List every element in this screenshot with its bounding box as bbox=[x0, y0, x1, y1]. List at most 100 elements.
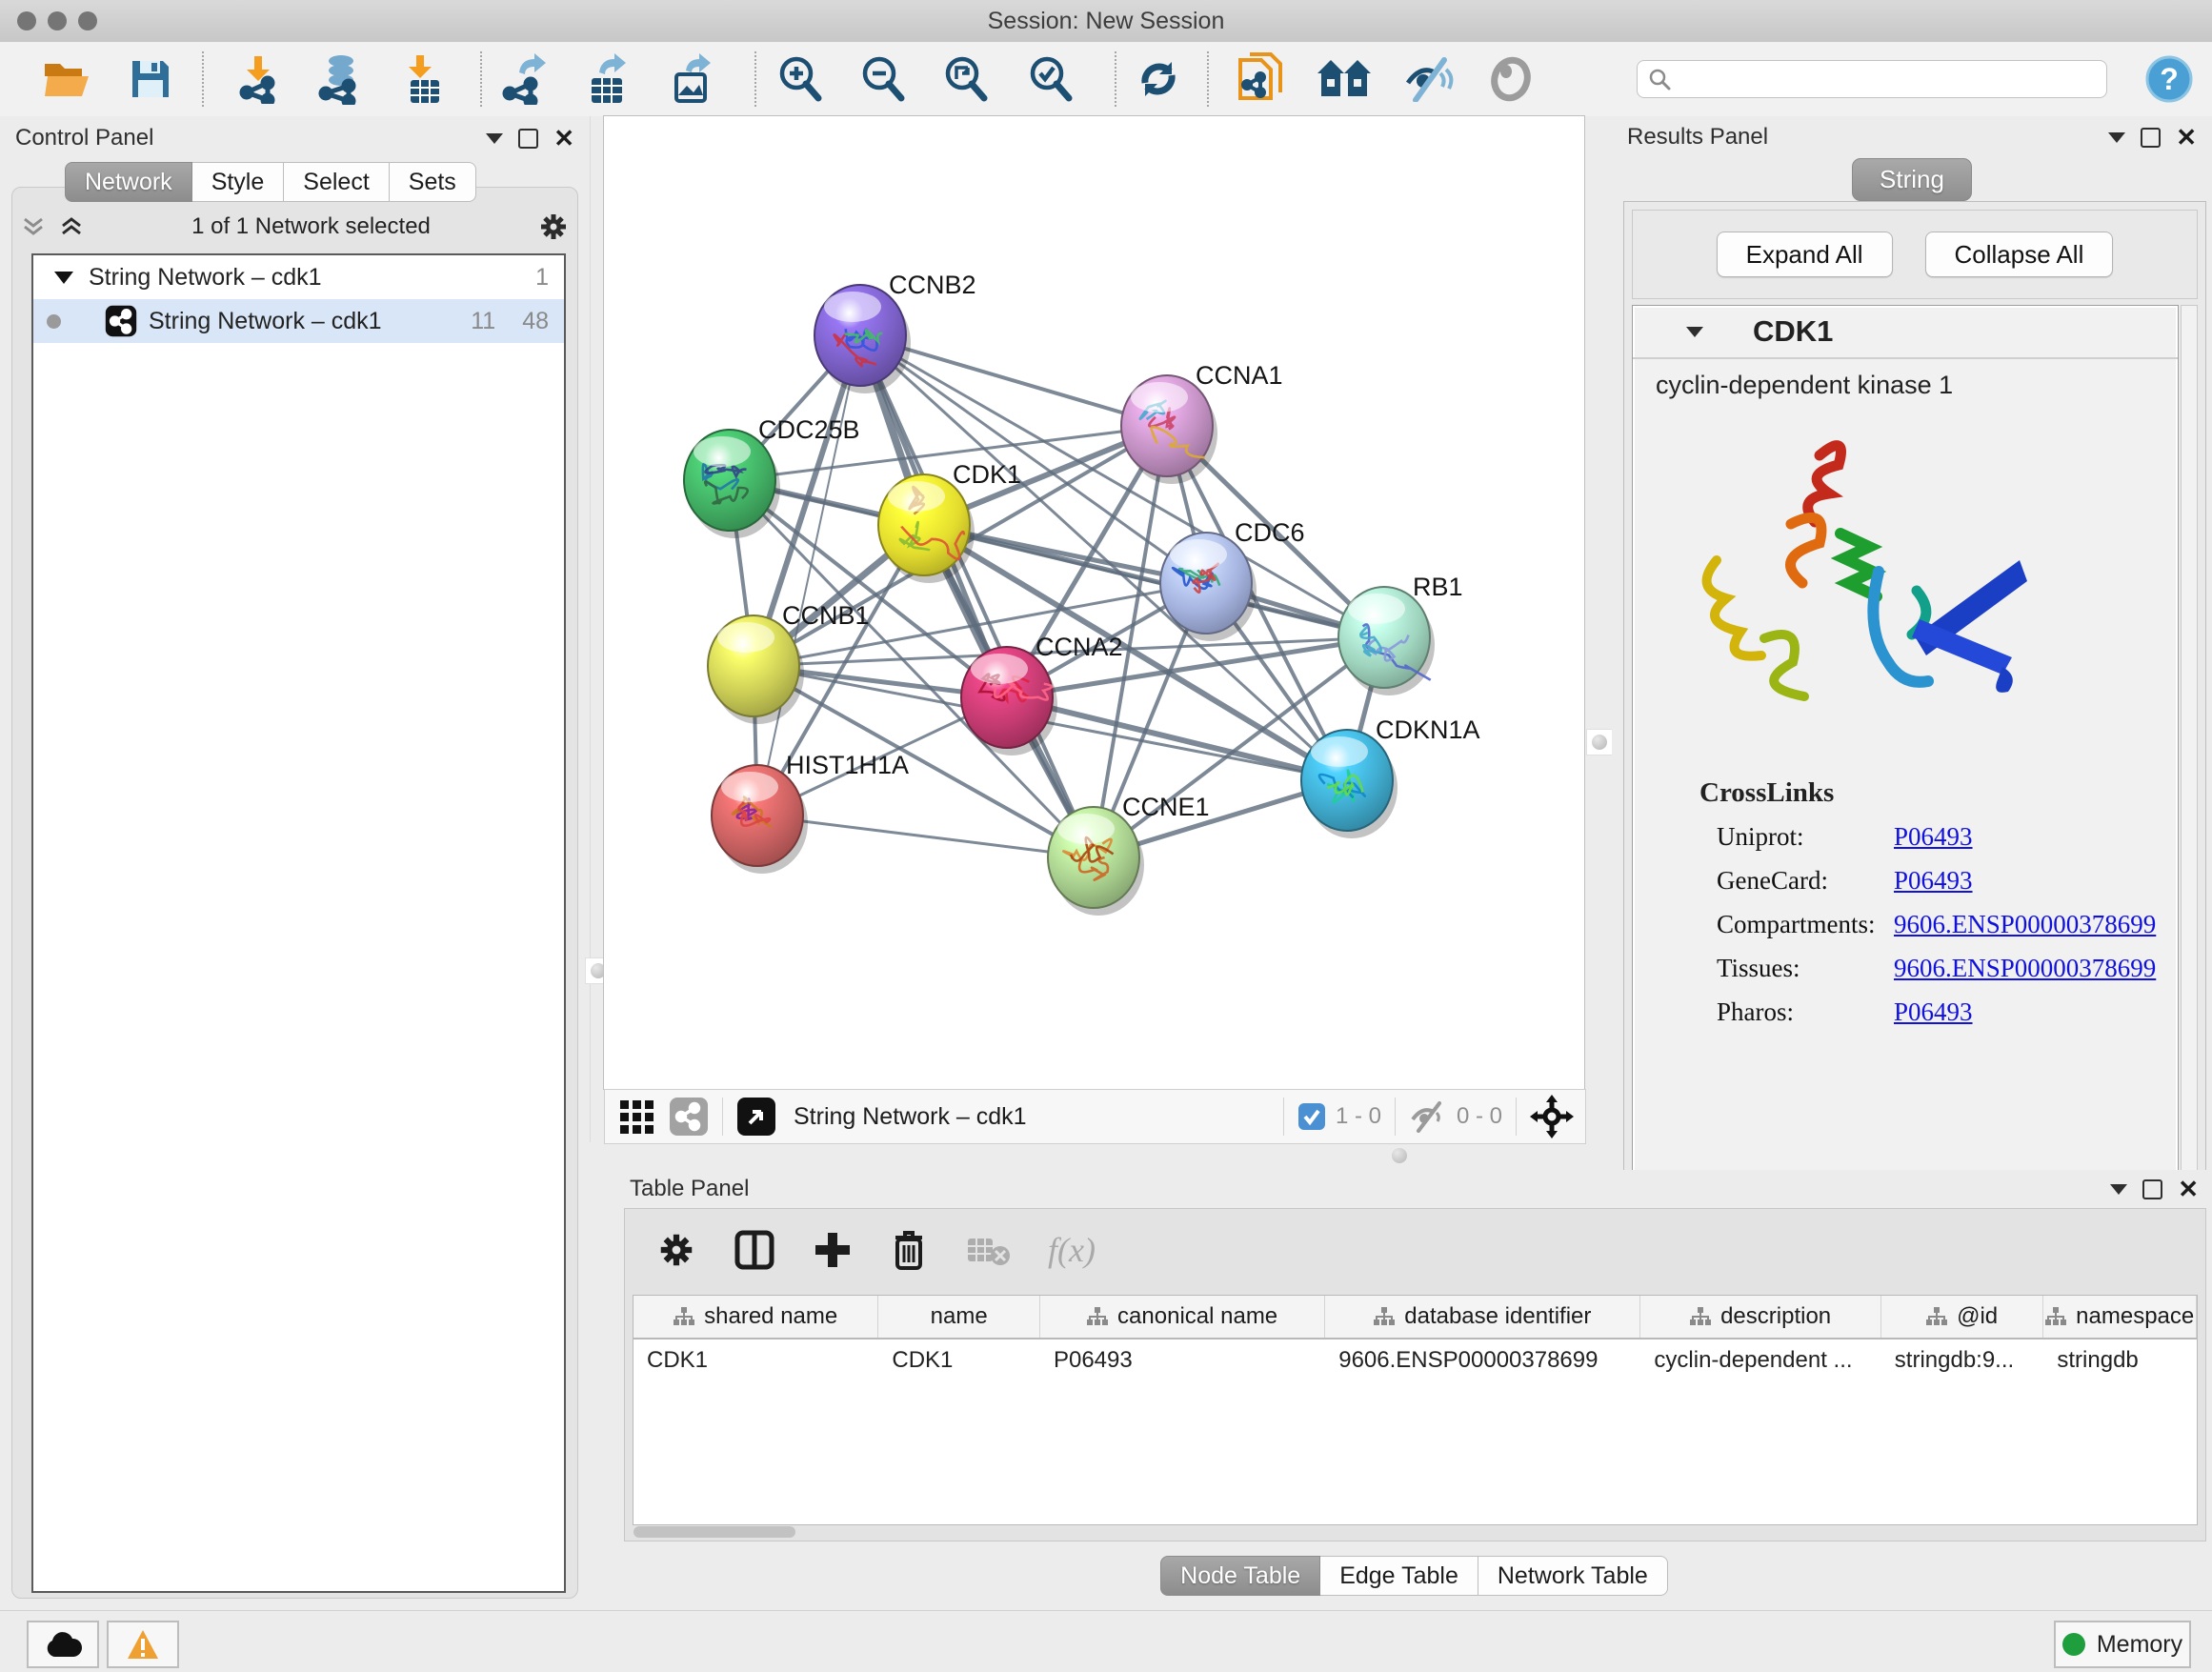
export-network-icon[interactable] bbox=[502, 53, 548, 105]
expand-all-icon[interactable] bbox=[59, 215, 84, 238]
tab-edge-table[interactable]: Edge Table bbox=[1320, 1556, 1478, 1596]
expand-collection-icon[interactable] bbox=[54, 272, 73, 284]
export-image-icon[interactable] bbox=[669, 53, 714, 105]
network-edge-count: 48 bbox=[522, 308, 549, 335]
network-row[interactable]: String Network – cdk1 11 48 bbox=[33, 299, 564, 343]
network-label: String Network – cdk1 bbox=[149, 308, 382, 335]
table-cell[interactable]: stringdb:9... bbox=[1881, 1340, 2044, 1381]
search-field[interactable] bbox=[1637, 60, 2107, 98]
zoom-in-icon[interactable] bbox=[776, 54, 824, 104]
node-label: CCNE1 bbox=[1122, 793, 1210, 821]
collapse-all-icon[interactable] bbox=[21, 215, 46, 238]
network-node-cdc25b[interactable]: CDC25B bbox=[684, 415, 860, 538]
table-options-gear-icon[interactable] bbox=[657, 1231, 695, 1269]
float-panel-icon[interactable] bbox=[2110, 1184, 2127, 1195]
table-cell[interactable]: stringdb bbox=[2043, 1340, 2197, 1381]
open-session-icon[interactable] bbox=[42, 58, 91, 100]
horizontal-splitter-handle[interactable] bbox=[1392, 1148, 1407, 1163]
import-network-database-icon[interactable] bbox=[312, 53, 364, 105]
table-cell[interactable]: CDK1 bbox=[878, 1340, 1040, 1381]
network-collection-row[interactable]: String Network – cdk1 1 bbox=[33, 255, 564, 299]
export-table-icon[interactable] bbox=[584, 53, 630, 105]
float-panel-icon[interactable] bbox=[2108, 132, 2125, 143]
import-table-icon[interactable] bbox=[401, 53, 445, 105]
network-canvas[interactable]: CCNB2CCNA1CDC25BCDK1CDC6RB1CCNB1CCNA2CDK… bbox=[604, 116, 1584, 1089]
table-hscrollbar[interactable] bbox=[626, 1525, 2202, 1537]
column-header-name[interactable]: name bbox=[878, 1296, 1040, 1338]
network-options-gear-icon[interactable] bbox=[538, 212, 569, 242]
zoom-fit-icon[interactable] bbox=[942, 54, 990, 104]
show-all-icon[interactable] bbox=[1487, 56, 1535, 102]
hidden-eye-icon[interactable] bbox=[1409, 1100, 1447, 1133]
network-graph[interactable]: CCNB2CCNA1CDC25BCDK1CDC6RB1CCNB1CCNA2CDK… bbox=[604, 116, 1584, 1089]
close-panel-icon[interactable]: ✕ bbox=[2178, 1177, 2199, 1201]
save-session-icon[interactable] bbox=[129, 57, 172, 101]
show-columns-icon[interactable] bbox=[734, 1229, 775, 1271]
results-vscrollbar[interactable] bbox=[2181, 305, 2198, 1243]
collapse-all-button[interactable]: Collapse All bbox=[1925, 232, 2114, 277]
column-header-database-identifier[interactable]: database identifier bbox=[1325, 1296, 1640, 1338]
delete-column-icon[interactable] bbox=[890, 1228, 928, 1272]
table-cell[interactable]: 9606.ENSP00000378699 bbox=[1325, 1340, 1640, 1381]
maximize-panel-icon[interactable] bbox=[2141, 128, 2161, 148]
import-network-file-icon[interactable] bbox=[235, 54, 281, 104]
memory-button[interactable]: Memory bbox=[2054, 1621, 2191, 1668]
close-panel-icon[interactable]: ✕ bbox=[553, 126, 574, 151]
zoom-out-icon[interactable] bbox=[859, 54, 907, 104]
zoom-selected-icon[interactable] bbox=[1027, 54, 1075, 104]
crosslink-value-link[interactable]: P06493 bbox=[1894, 866, 1973, 896]
tab-select[interactable]: Select bbox=[284, 162, 389, 202]
crosslink-value-link[interactable]: 9606.ENSP00000378699 bbox=[1894, 954, 2156, 983]
tab-node-table[interactable]: Node Table bbox=[1160, 1556, 1320, 1596]
network-node-ccnb2[interactable]: CCNB2 bbox=[814, 271, 976, 393]
svg-text:?: ? bbox=[2160, 62, 2179, 96]
birds-eye-view-icon[interactable] bbox=[736, 1097, 776, 1137]
maximize-panel-icon[interactable] bbox=[2142, 1179, 2162, 1199]
table-cell[interactable]: CDK1 bbox=[633, 1340, 878, 1381]
table-row[interactable]: CDK1CDK1P064939606.ENSP00000378699cyclin… bbox=[633, 1340, 2197, 1381]
help-icon[interactable]: ? bbox=[2145, 55, 2193, 103]
tab-network[interactable]: Network bbox=[65, 162, 192, 202]
tab-string[interactable]: String bbox=[1852, 158, 1972, 201]
hide-selected-icon[interactable] bbox=[1402, 56, 1454, 102]
expand-all-button[interactable]: Expand All bbox=[1717, 232, 1893, 277]
selected-checkbox-icon[interactable] bbox=[1297, 1102, 1326, 1131]
close-panel-icon[interactable]: ✕ bbox=[2176, 125, 2197, 150]
tab-style[interactable]: Style bbox=[192, 162, 285, 202]
warning-button[interactable] bbox=[107, 1621, 179, 1668]
network-node-rb1[interactable]: RB1 bbox=[1338, 573, 1463, 695]
tab-network-table[interactable]: Network Table bbox=[1478, 1556, 1668, 1596]
divider bbox=[722, 1098, 723, 1136]
network-node-ccna1[interactable]: CCNA1 bbox=[1121, 361, 1283, 484]
network-node-cdkn1a[interactable]: CDKN1A bbox=[1301, 715, 1480, 838]
crosshair-icon[interactable] bbox=[1530, 1095, 1574, 1138]
right-splitter[interactable] bbox=[1584, 116, 1614, 1142]
crosslink-value-link[interactable]: 9606.ENSP00000378699 bbox=[1894, 910, 2156, 939]
home-icon[interactable] bbox=[1317, 58, 1371, 100]
function-builder-icon[interactable]: f(x) bbox=[1048, 1230, 1096, 1270]
network-view-icon[interactable] bbox=[669, 1097, 709, 1137]
search-input[interactable] bbox=[1672, 66, 2106, 92]
network-edge bbox=[757, 335, 860, 816]
crosslink-value-link[interactable]: P06493 bbox=[1894, 822, 1973, 852]
share-document-icon[interactable] bbox=[1237, 52, 1282, 106]
network-node-hist1h1a[interactable]: HIST1H1A bbox=[712, 751, 909, 874]
crosslink-value-link[interactable]: P06493 bbox=[1894, 997, 1973, 1027]
right-splitter-handle[interactable] bbox=[1586, 729, 1613, 755]
delete-table-icon[interactable] bbox=[966, 1233, 1010, 1267]
maximize-panel-icon[interactable] bbox=[518, 129, 538, 149]
add-column-icon[interactable] bbox=[814, 1231, 852, 1269]
grid-view-icon[interactable] bbox=[620, 1100, 654, 1134]
float-panel-icon[interactable] bbox=[486, 133, 503, 144]
column-header-description[interactable]: description bbox=[1640, 1296, 1880, 1338]
collapse-protein-icon[interactable] bbox=[1686, 327, 1703, 337]
table-cell[interactable]: cyclin-dependent ... bbox=[1640, 1340, 1880, 1381]
cloud-button[interactable] bbox=[27, 1621, 99, 1668]
column-header-@id[interactable]: @id bbox=[1881, 1296, 2044, 1338]
column-header-canonical-name[interactable]: canonical name bbox=[1040, 1296, 1325, 1338]
column-header-namespace[interactable]: namespace bbox=[2043, 1296, 2197, 1338]
tab-sets[interactable]: Sets bbox=[390, 162, 476, 202]
table-cell[interactable]: P06493 bbox=[1040, 1340, 1325, 1381]
column-header-shared-name[interactable]: shared name bbox=[633, 1296, 878, 1338]
refresh-icon[interactable] bbox=[1134, 54, 1183, 104]
